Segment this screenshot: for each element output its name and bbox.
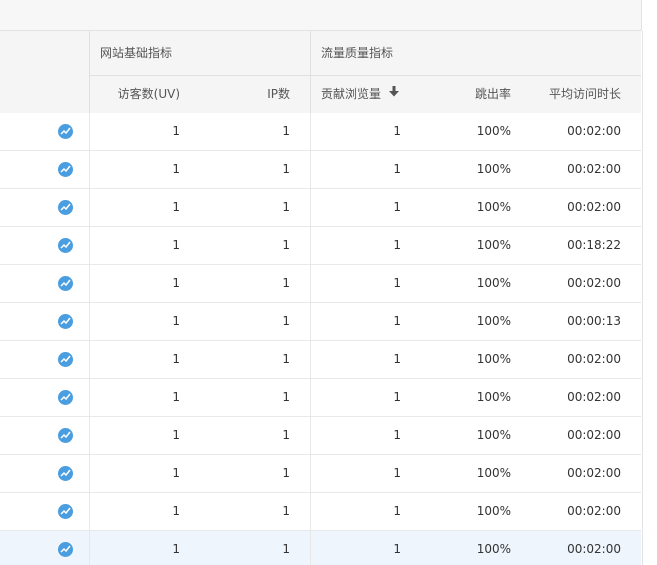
cell-pv: 1 [393, 314, 401, 328]
col-header-duration[interactable]: 平均访问时长 [521, 76, 621, 113]
cell-pv: 1 [393, 428, 401, 442]
cell-bounce: 100% [476, 238, 511, 252]
cell-ip: 1 [282, 238, 290, 252]
cell-bounce: 100% [476, 276, 511, 290]
trend-chart-icon[interactable] [58, 200, 73, 215]
col-header-pv-label: 贡献浏览量 [321, 87, 382, 101]
cell-ip: 1 [282, 428, 290, 442]
cell-uv: 1 [172, 428, 180, 442]
cell-bounce: 100% [476, 124, 511, 138]
cell-uv: 1 [172, 352, 180, 366]
col-header-pv[interactable]: 贡献浏览量 [321, 76, 421, 113]
cell-duration: 00:02:00 [567, 428, 621, 442]
cell-ip: 1 [282, 466, 290, 480]
cell-pv: 1 [393, 238, 401, 252]
cell-duration: 00:00:13 [567, 314, 621, 328]
cell-uv: 1 [172, 162, 180, 176]
header-divider [310, 31, 311, 113]
cell-pv: 1 [393, 276, 401, 290]
cell-duration: 00:02:00 [567, 466, 621, 480]
table-row[interactable]: 1 1 1 100% 00:02:00 [0, 265, 641, 303]
table-row[interactable]: 1 1 1 100% 00:02:00 [0, 189, 641, 227]
table-row[interactable]: 1 1 1 100% 00:02:00 [0, 341, 641, 379]
cell-pv: 1 [393, 542, 401, 556]
cell-uv: 1 [172, 542, 180, 556]
cell-ip: 1 [282, 200, 290, 214]
cell-bounce: 100% [476, 200, 511, 214]
cell-ip: 1 [282, 352, 290, 366]
table-header: 网站基础指标 流量质量指标 访客数(UV) IP数 贡献浏览量 跳出率 平均访问… [0, 31, 641, 114]
cell-duration: 00:02:00 [567, 124, 621, 138]
cell-uv: 1 [172, 390, 180, 404]
cell-duration: 00:02:00 [567, 542, 621, 556]
trend-chart-icon[interactable] [58, 466, 73, 481]
cell-bounce: 100% [476, 314, 511, 328]
col-header-ip[interactable]: IP数 [200, 76, 290, 113]
cell-pv: 1 [393, 504, 401, 518]
cell-bounce: 100% [476, 390, 511, 404]
cell-bounce: 100% [476, 466, 511, 480]
trend-chart-icon[interactable] [58, 276, 73, 291]
cell-uv: 1 [172, 466, 180, 480]
cell-bounce: 100% [476, 542, 511, 556]
cell-duration: 00:02:00 [567, 352, 621, 366]
cell-bounce: 100% [476, 428, 511, 442]
cell-bounce: 100% [476, 504, 511, 518]
table-row[interactable]: 1 1 1 100% 00:02:00 [0, 417, 641, 455]
cell-ip: 1 [282, 504, 290, 518]
table-row[interactable]: 1 1 1 100% 00:18:22 [0, 227, 641, 265]
cell-pv: 1 [393, 124, 401, 138]
cell-duration: 00:02:00 [567, 504, 621, 518]
cell-duration: 00:02:00 [567, 162, 621, 176]
table-body: 1 1 1 100% 00:02:00 1 1 1 100% 00:02:00 … [0, 113, 641, 565]
col-header-uv[interactable]: 访客数(UV) [90, 76, 180, 113]
trend-chart-icon[interactable] [58, 162, 73, 177]
trend-chart-icon[interactable] [58, 124, 73, 139]
col-header-bounce[interactable]: 跳出率 [421, 76, 511, 113]
trend-chart-icon[interactable] [58, 428, 73, 443]
trend-chart-icon[interactable] [58, 352, 73, 367]
cell-ip: 1 [282, 390, 290, 404]
trend-chart-icon[interactable] [58, 504, 73, 519]
trend-chart-icon[interactable] [58, 238, 73, 253]
cell-uv: 1 [172, 276, 180, 290]
cell-uv: 1 [172, 124, 180, 138]
cell-duration: 00:02:00 [567, 200, 621, 214]
data-table: 网站基础指标 流量质量指标 访客数(UV) IP数 贡献浏览量 跳出率 平均访问… [0, 31, 643, 565]
cell-pv: 1 [393, 162, 401, 176]
table-row[interactable]: 1 1 1 100% 00:02:00 [0, 531, 641, 565]
cell-pv: 1 [393, 390, 401, 404]
table-row[interactable]: 1 1 1 100% 00:02:00 [0, 151, 641, 189]
top-toolbar [0, 0, 642, 31]
trend-chart-icon[interactable] [58, 314, 73, 329]
cell-uv: 1 [172, 314, 180, 328]
cell-uv: 1 [172, 238, 180, 252]
cell-bounce: 100% [476, 352, 511, 366]
sort-descending-icon[interactable] [389, 75, 400, 112]
group-quality-metrics: 流量质量指标 [321, 46, 394, 60]
table-row[interactable]: 1 1 1 100% 00:02:00 [0, 493, 641, 531]
trend-chart-icon[interactable] [58, 542, 73, 557]
cell-ip: 1 [282, 542, 290, 556]
cell-ip: 1 [282, 276, 290, 290]
cell-uv: 1 [172, 504, 180, 518]
cell-uv: 1 [172, 200, 180, 214]
table-row[interactable]: 1 1 1 100% 00:02:00 [0, 455, 641, 493]
cell-pv: 1 [393, 352, 401, 366]
group-site-metrics: 网站基础指标 [100, 46, 173, 60]
cell-pv: 1 [393, 466, 401, 480]
cell-ip: 1 [282, 124, 290, 138]
table-row[interactable]: 1 1 1 100% 00:00:13 [0, 303, 641, 341]
cell-pv: 1 [393, 200, 401, 214]
cell-duration: 00:02:00 [567, 390, 621, 404]
trend-chart-icon[interactable] [58, 390, 73, 405]
cell-duration: 00:18:22 [567, 238, 621, 252]
cell-ip: 1 [282, 314, 290, 328]
cell-bounce: 100% [476, 162, 511, 176]
cell-duration: 00:02:00 [567, 276, 621, 290]
cell-ip: 1 [282, 162, 290, 176]
table-row[interactable]: 1 1 1 100% 00:02:00 [0, 113, 641, 151]
table-row[interactable]: 1 1 1 100% 00:02:00 [0, 379, 641, 417]
